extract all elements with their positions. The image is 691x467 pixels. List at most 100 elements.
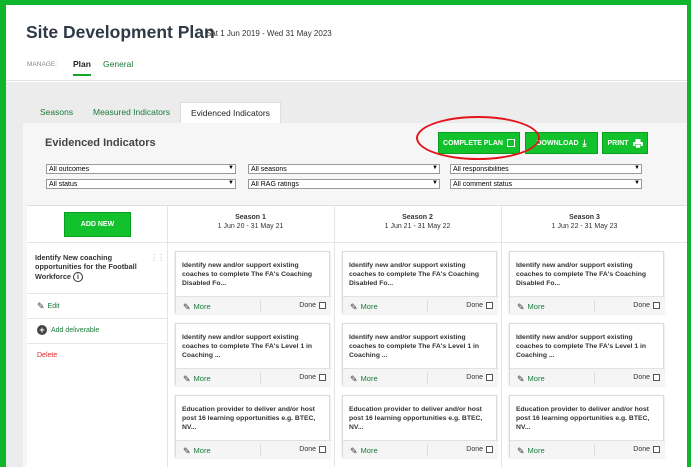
add-new-button[interactable]: ADD NEW <box>64 212 131 237</box>
season-header: Season 1 1 Jun 20 - 31 May 21 <box>168 214 333 230</box>
tab-evidenced-indicators[interactable]: Evidenced Indicators <box>180 102 281 123</box>
season-dates: 1 Jun 21 - 31 May 22 <box>384 223 451 230</box>
done-label: Done <box>466 446 483 453</box>
season-header: Season 3 1 Jun 22 - 31 May 23 <box>502 214 667 230</box>
filter-status[interactable]: All status <box>46 179 236 189</box>
done-toggle[interactable]: Done <box>466 302 493 309</box>
card-footer: ✎ More Done <box>343 368 498 386</box>
done-toggle[interactable]: Done <box>299 302 326 309</box>
footer-divider <box>260 444 261 456</box>
more-link[interactable]: ✎ More <box>183 301 211 312</box>
done-toggle[interactable]: Done <box>633 446 660 453</box>
deliverable-card[interactable]: Education provider to deliver and/or hos… <box>342 395 498 458</box>
divider <box>27 343 167 344</box>
deliverable-title: Identify new and/or support existing coa… <box>182 334 313 359</box>
add-deliverable-link[interactable]: + Add deliverable <box>37 325 99 335</box>
more-label: More <box>193 374 211 383</box>
app-frame: Site Development Plan Sat 1 Jun 2019 - W… <box>6 5 687 467</box>
done-checkbox[interactable] <box>653 302 660 309</box>
checkbox-icon <box>506 139 515 147</box>
objective-title-text: Identify New coaching opportunities for … <box>35 253 137 281</box>
more-link[interactable]: ✎ More <box>350 301 378 312</box>
tab-measured-indicators[interactable]: Measured Indicators <box>93 102 170 123</box>
deliverable-card[interactable]: Identify new and/or support existing coa… <box>175 323 331 386</box>
more-link[interactable]: ✎ More <box>183 445 211 456</box>
done-checkbox[interactable] <box>653 446 660 453</box>
info-icon[interactable]: i <box>73 271 83 282</box>
filter-responsibilities[interactable]: All responsibilities <box>450 164 642 174</box>
done-checkbox[interactable] <box>486 302 493 309</box>
done-toggle[interactable]: Done <box>466 446 493 453</box>
print-label: PRINT <box>607 139 629 147</box>
done-checkbox[interactable] <box>319 446 326 453</box>
more-label: More <box>360 374 378 383</box>
footer-divider <box>260 372 261 384</box>
deliverable-title: Education provider to deliver and/or hos… <box>349 406 483 431</box>
filter-comment-status[interactable]: All comment status <box>450 179 642 189</box>
done-toggle[interactable]: Done <box>466 374 493 381</box>
more-link[interactable]: ✎ More <box>350 445 378 456</box>
done-toggle[interactable]: Done <box>299 374 326 381</box>
more-label: More <box>360 302 378 311</box>
pencil-icon: ✎ <box>183 374 191 384</box>
done-label: Done <box>633 446 650 453</box>
column-divider <box>334 206 335 467</box>
done-toggle[interactable]: Done <box>633 374 660 381</box>
tab-seasons[interactable]: Seasons <box>40 102 73 123</box>
more-label: More <box>527 446 545 455</box>
more-link[interactable]: ✎ More <box>350 373 378 384</box>
printer-icon <box>632 138 643 148</box>
manage-tab-general[interactable]: General <box>103 59 133 69</box>
complete-plan-button[interactable]: COMPLETE PLAN <box>438 132 520 154</box>
filter-outcomes[interactable]: All outcomes <box>46 164 236 174</box>
footer-divider <box>594 372 595 384</box>
deliverable-title: Identify new and/or support existing coa… <box>349 334 480 359</box>
done-toggle[interactable]: Done <box>299 446 326 453</box>
page-header: Site Development Plan Sat 1 Jun 2019 - W… <box>6 5 687 81</box>
deliverable-card[interactable]: Identify new and/or support existing coa… <box>175 251 331 314</box>
card-footer: ✎ More Done <box>510 440 665 458</box>
drag-handle-icon[interactable]: ⋮⋮ <box>150 253 165 262</box>
card-footer: ✎ More Done <box>510 368 665 386</box>
pencil-icon: ✎ <box>517 446 525 456</box>
filter-rag-ratings[interactable]: All RAG ratings <box>248 179 440 189</box>
add-deliverable-label: Add deliverable <box>51 326 100 334</box>
more-label: More <box>527 374 545 383</box>
deliverable-card[interactable]: Identify new and/or support existing coa… <box>342 323 498 386</box>
deliverable-title: Education provider to deliver and/or hos… <box>516 406 650 431</box>
season-title: Season 3 <box>569 214 600 221</box>
delete-link[interactable]: Delete <box>37 352 57 359</box>
footer-divider <box>594 300 595 312</box>
done-checkbox[interactable] <box>486 446 493 453</box>
done-checkbox[interactable] <box>319 374 326 381</box>
deliverable-card[interactable]: Identify new and/or support existing coa… <box>342 251 498 314</box>
download-button[interactable]: DOWNLOAD ⤓ <box>525 132 598 154</box>
done-checkbox[interactable] <box>319 302 326 309</box>
card-footer: ✎ More Done <box>343 440 498 458</box>
more-link[interactable]: ✎ More <box>517 301 545 312</box>
edit-link[interactable]: ✎ Edit <box>37 300 60 311</box>
more-label: More <box>193 446 211 455</box>
more-label: More <box>527 302 545 311</box>
deliverable-card[interactable]: Education provider to deliver and/or hos… <box>175 395 331 458</box>
manage-label: MANAGE: <box>27 61 57 68</box>
more-link[interactable]: ✎ More <box>517 445 545 456</box>
season-dates: 1 Jun 22 - 31 May 23 <box>551 223 618 230</box>
page-date-range: Sat 1 Jun 2019 - Wed 31 May 2023 <box>206 29 332 38</box>
print-button[interactable]: PRINT <box>602 132 648 154</box>
done-label: Done <box>299 374 316 381</box>
divider <box>27 293 167 294</box>
more-link[interactable]: ✎ More <box>517 373 545 384</box>
manage-tab-plan[interactable]: Plan <box>73 59 91 76</box>
done-checkbox[interactable] <box>653 374 660 381</box>
filter-seasons[interactable]: All seasons <box>248 164 440 174</box>
pencil-icon: ✎ <box>350 374 358 384</box>
deliverable-card[interactable]: Education provider to deliver and/or hos… <box>509 395 665 458</box>
deliverable-card[interactable]: Identify new and/or support existing coa… <box>509 251 665 314</box>
done-checkbox[interactable] <box>486 374 493 381</box>
more-link[interactable]: ✎ More <box>183 373 211 384</box>
card-footer: ✎ More Done <box>510 296 665 314</box>
done-label: Done <box>299 446 316 453</box>
deliverable-card[interactable]: Identify new and/or support existing coa… <box>509 323 665 386</box>
done-toggle[interactable]: Done <box>633 302 660 309</box>
